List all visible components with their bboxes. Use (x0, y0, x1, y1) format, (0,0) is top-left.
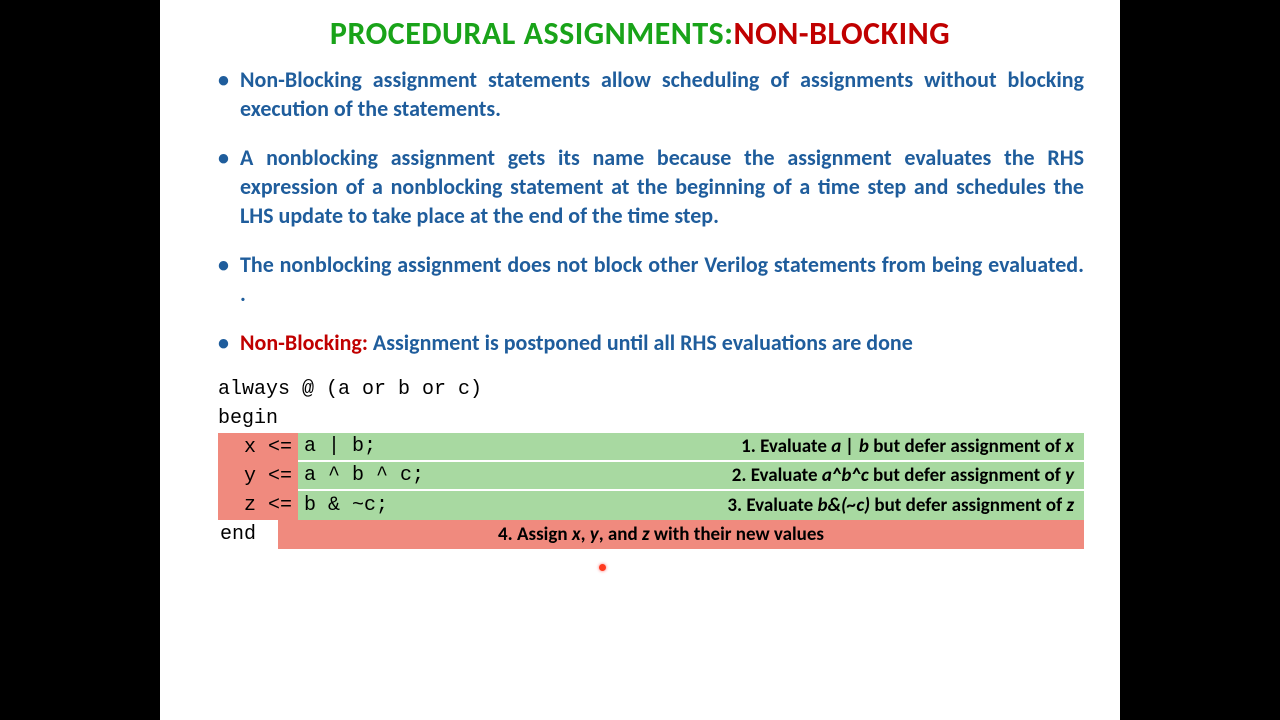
code-row-2: y <= a ^ b ^ c; 2. Evaluate a^b^c but de… (218, 462, 1084, 491)
code-row-final: end 4. Assign x, y, and z with their new… (218, 520, 1084, 549)
lhs-1: x <= (218, 433, 298, 462)
bullet-4-rest: Assignment is postponed until all RHS ev… (368, 329, 913, 356)
slide: PROCEDURAL ASSIGNMENTS:NON-BLOCKING Non-… (160, 0, 1120, 720)
lhs-3: z <= (218, 491, 298, 520)
lhs-2: y <= (218, 462, 298, 491)
title-part-2: NON-BLOCKING (734, 14, 951, 53)
note-3: 3. Evaluate b&(~c) but defer assignment … (478, 491, 1084, 520)
bullet-3: The nonblocking assignment does not bloc… (218, 250, 1084, 308)
bullet-1: Non-Blocking assignment statements allow… (218, 65, 1084, 123)
code-example: always @ (a or b or c) begin x <= a | b;… (218, 375, 1084, 549)
laser-pointer-icon (599, 564, 606, 571)
bullet-2: A nonblocking assignment gets its name b… (218, 143, 1084, 230)
bullet-4-prefix: Non-Blocking: (240, 329, 368, 356)
code-begin: begin (218, 404, 1084, 433)
rhs-3: b & ~c; (298, 491, 478, 520)
rhs-1: a | b; (298, 433, 478, 462)
bullet-list: Non-Blocking assignment statements allow… (196, 65, 1084, 357)
note-2: 2. Evaluate a^b^c but defer assignment o… (478, 462, 1084, 491)
note-1: 1. Evaluate a | b but defer assignment o… (478, 433, 1084, 462)
code-row-1: x <= a | b; 1. Evaluate a | b but defer … (218, 433, 1084, 462)
title-part-1: PROCEDURAL ASSIGNMENTS: (330, 14, 734, 53)
slide-title: PROCEDURAL ASSIGNMENTS:NON-BLOCKING (196, 14, 1084, 53)
code-header: always @ (a or b or c) (218, 375, 1084, 404)
code-row-3: z <= b & ~c; 3. Evaluate b&(~c) but defe… (218, 491, 1084, 520)
code-end: end (218, 520, 278, 549)
rhs-2: a ^ b ^ c; (298, 462, 478, 491)
note-4: 4. Assign x, y, and z with their new val… (278, 520, 1084, 549)
bullet-4: Non-Blocking: Assignment is postponed un… (218, 328, 1084, 357)
